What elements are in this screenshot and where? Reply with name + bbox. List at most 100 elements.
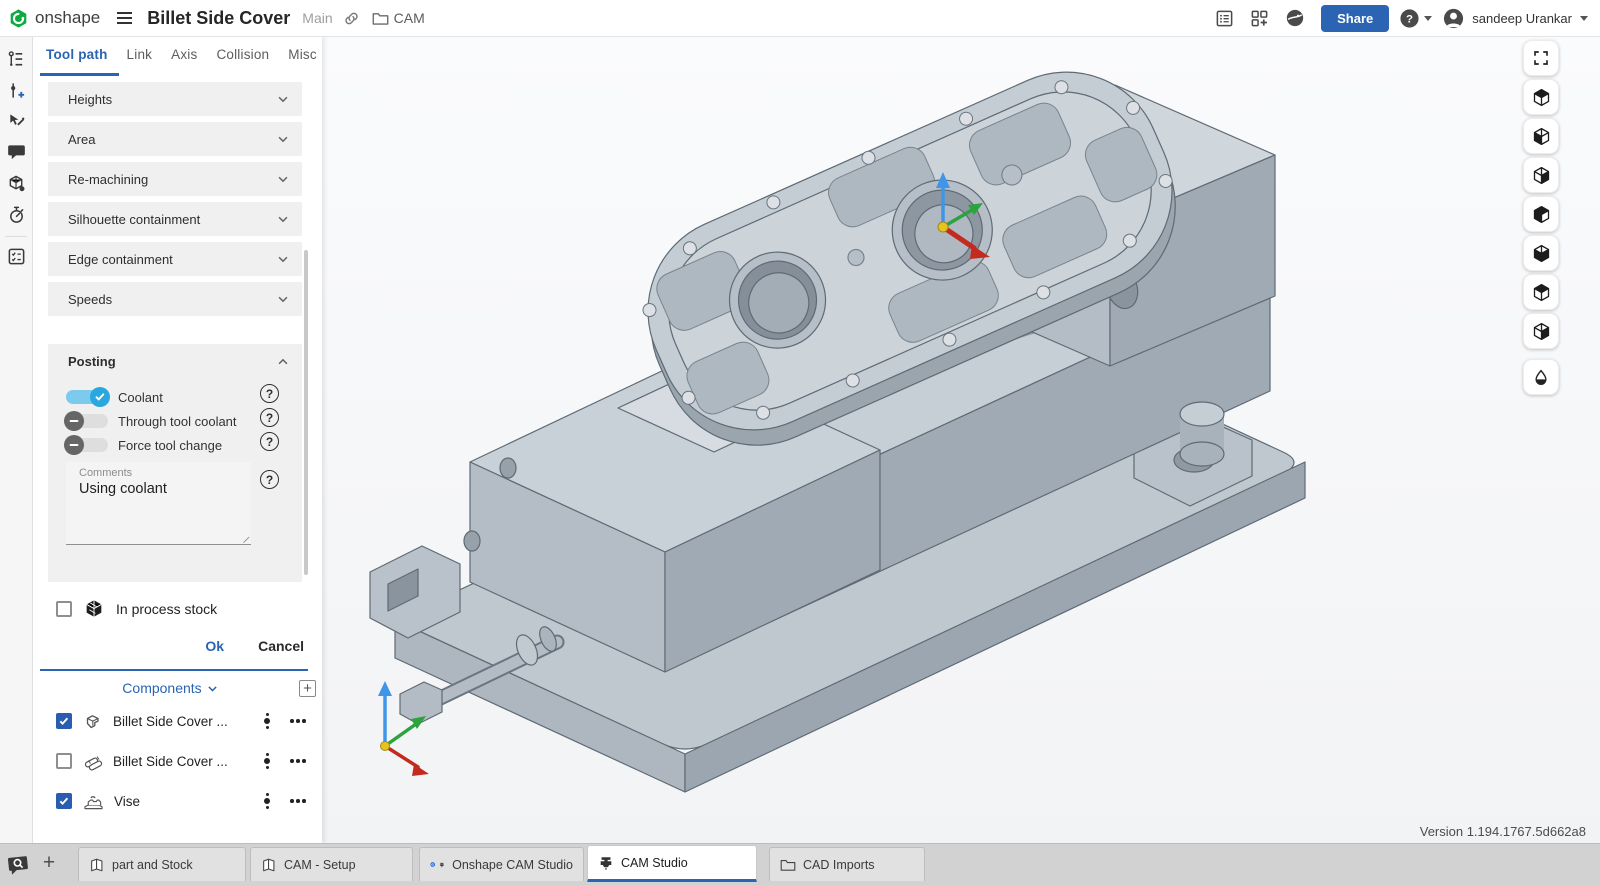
tab-part-and-stock[interactable]: part and Stock: [78, 847, 246, 881]
view-cube-button-2[interactable]: [1523, 118, 1559, 154]
user-menu-caret-icon[interactable]: [1580, 16, 1588, 21]
view-cube-button-5[interactable]: [1523, 235, 1559, 271]
workspace-label[interactable]: Main: [302, 10, 332, 26]
help-button[interactable]: ?: [1399, 8, 1420, 29]
rail-divider: [5, 236, 27, 237]
vise-icon: [83, 792, 104, 811]
visibility-slider-icon[interactable]: [262, 713, 272, 729]
tab-cam-studio[interactable]: CAM Studio: [587, 845, 757, 882]
posting-header[interactable]: Posting: [48, 344, 302, 369]
view-cube-button-7[interactable]: [1523, 313, 1559, 349]
main-menu-button[interactable]: [116, 11, 133, 25]
coolant-help-icon[interactable]: ?: [260, 384, 279, 403]
operations-tree-button[interactable]: [3, 46, 29, 72]
chevron-down-icon: [276, 252, 290, 266]
more-options-icon[interactable]: [290, 719, 306, 723]
coolant-toggle-row: Coolant: [66, 386, 163, 408]
more-options-icon[interactable]: [290, 799, 306, 803]
component-row-billet-part[interactable]: Billet Side Cover ...: [56, 708, 306, 734]
section-edge-containment[interactable]: Edge containment: [48, 242, 302, 276]
comments-help-icon[interactable]: ?: [260, 470, 279, 489]
add-component-button[interactable]: +: [299, 680, 316, 697]
user-name: sandeep Urankar: [1472, 11, 1572, 26]
share-link-button[interactable]: [343, 10, 360, 27]
viewport-canvas[interactable]: [322, 36, 1600, 843]
section-speeds[interactable]: Speeds: [48, 282, 302, 316]
view-cube-button-1[interactable]: [1523, 79, 1559, 115]
folder-breadcrumb[interactable]: CAM: [372, 10, 425, 26]
component-row-vise[interactable]: Vise: [56, 788, 306, 814]
user-avatar[interactable]: [1442, 7, 1465, 30]
tab-tool-path[interactable]: Tool path: [46, 47, 108, 68]
apps-button[interactable]: [1250, 9, 1269, 28]
components-title[interactable]: Components: [33, 680, 308, 696]
visibility-slider-icon[interactable]: [262, 753, 272, 769]
operations-tree-icon: [7, 50, 26, 69]
onshape-logo[interactable]: [8, 8, 29, 29]
component-checkbox[interactable]: [56, 793, 72, 809]
cancel-button[interactable]: Cancel: [254, 636, 308, 656]
shaded-view-button[interactable]: [1523, 359, 1559, 395]
minus-icon: [69, 416, 79, 426]
tab-cam-setup[interactable]: CAM - Setup: [250, 847, 413, 881]
new-tab-button[interactable]: +: [36, 850, 62, 876]
fullscreen-button[interactable]: [1523, 40, 1559, 76]
chevron-up-icon: [276, 355, 290, 369]
3d-viewport[interactable]: Version 1.194.1767.5d662a8: [322, 36, 1600, 843]
through-tool-coolant-toggle[interactable]: [66, 414, 108, 428]
section-silhouette-containment[interactable]: Silhouette containment: [48, 202, 302, 236]
coolant-toggle[interactable]: [66, 390, 108, 404]
chevron-down-icon: [276, 212, 290, 226]
chevron-down-icon: [276, 172, 290, 186]
view-cube-button-4[interactable]: [1523, 196, 1559, 232]
force-tool-change-toggle[interactable]: [66, 438, 108, 452]
view-cube-button-3[interactable]: [1523, 157, 1559, 193]
resize-grip-icon[interactable]: [237, 531, 249, 543]
view-cube-icon: [1531, 243, 1552, 264]
part-studio-icon: [89, 857, 105, 873]
section-re-machining[interactable]: Re-machining: [48, 162, 302, 196]
active-tab-underline: [40, 73, 119, 76]
through-tool-coolant-help-icon[interactable]: ?: [260, 408, 279, 427]
add-operation-button[interactable]: [3, 77, 29, 103]
apps-grid-icon: [1250, 9, 1269, 28]
comments-value: Using coolant: [66, 481, 251, 497]
add-slider-icon: [7, 81, 26, 100]
dialog-tabs: Tool path Link Axis Collision Misc: [46, 47, 317, 68]
view-controls: [1523, 40, 1559, 398]
comments-label: Comments: [66, 462, 251, 481]
document-title: Billet Side Cover: [147, 8, 290, 29]
visibility-slider-icon[interactable]: [262, 793, 272, 809]
panel-scrollbar[interactable]: [304, 250, 308, 575]
more-options-icon[interactable]: [290, 759, 306, 763]
post-process-button[interactable]: [3, 243, 29, 269]
tab-cad-imports[interactable]: CAD Imports: [769, 847, 925, 881]
tab-link[interactable]: Link: [127, 47, 153, 68]
search-tabs-button[interactable]: [6, 852, 30, 876]
ok-button[interactable]: Ok: [201, 636, 228, 656]
section-area[interactable]: Area: [48, 122, 302, 156]
bottom-tab-bar: + part and Stock CAM - Setup: [0, 843, 1600, 885]
section-heights[interactable]: Heights: [48, 82, 302, 116]
app-badge-icon: [430, 857, 435, 872]
component-row-billet-stock[interactable]: Billet Side Cover ...: [56, 748, 306, 774]
machine-time-button[interactable]: [3, 201, 29, 227]
component-checkbox[interactable]: [56, 713, 72, 729]
tab-misc[interactable]: Misc: [288, 47, 317, 68]
select-edit-button[interactable]: [3, 108, 29, 134]
tab-collision[interactable]: Collision: [216, 47, 269, 68]
tab-axis[interactable]: Axis: [171, 47, 197, 68]
force-tool-change-help-icon[interactable]: ?: [260, 432, 279, 451]
feature-list-button[interactable]: [1215, 9, 1234, 28]
help-caret-icon[interactable]: [1424, 16, 1432, 21]
learning-center-button[interactable]: [1285, 8, 1305, 28]
comments-field[interactable]: Comments Using coolant: [66, 462, 251, 545]
share-button[interactable]: Share: [1321, 5, 1389, 32]
component-checkbox[interactable]: [56, 753, 72, 769]
comment-button[interactable]: [3, 139, 29, 165]
tab-onshape-cam-studio[interactable]: Onshape CAM Studio: [419, 847, 584, 881]
in-process-stock-checkbox[interactable]: [56, 601, 72, 617]
view-cube-button-6[interactable]: [1523, 274, 1559, 310]
simulate-button[interactable]: [3, 170, 29, 196]
check-icon: [58, 715, 70, 727]
